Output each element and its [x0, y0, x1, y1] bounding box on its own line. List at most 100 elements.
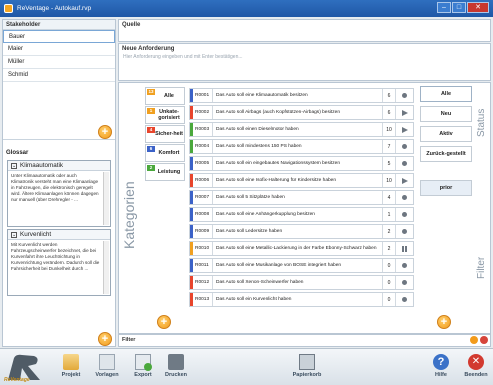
maximize-button[interactable]: □	[452, 2, 466, 13]
stakeholder-item[interactable]: Schmid	[3, 69, 115, 82]
dot-icon	[402, 297, 407, 302]
left-panel: Stakeholder Bauer Maier Müller Schmid + …	[2, 19, 116, 347]
requirement-row[interactable]: R0009 Das Auto soll Ledersitze haben 2	[189, 224, 414, 239]
vorlagen-button[interactable]: Vorlagen	[92, 354, 122, 378]
requirement-status-toggle[interactable]	[396, 225, 413, 238]
add-filter-button[interactable]: +	[437, 315, 451, 329]
glossary-text: Unter Klimaautomatik oder auch Klimatron…	[11, 173, 99, 202]
app-icon	[4, 4, 13, 13]
plus-icon: +	[160, 316, 168, 328]
papierkorb-button[interactable]: Papierkorb	[287, 354, 327, 378]
category-count-badge: 1	[147, 108, 155, 114]
requirement-priority: 6	[383, 89, 396, 102]
close-button[interactable]: ✕	[467, 2, 489, 13]
status-new-button[interactable]: Neu	[420, 106, 472, 122]
printer-icon	[168, 354, 184, 370]
requirement-status-toggle[interactable]	[396, 89, 413, 102]
requirement-row[interactable]: R0011 Das Auto soll eine Musikanlage von …	[189, 258, 414, 273]
requirement-status-toggle[interactable]	[396, 123, 413, 136]
categories-title: Kategorien	[121, 181, 137, 249]
beenden-button[interactable]: ✕ Beenden	[461, 354, 491, 378]
collapse-icon[interactable]: ⌄	[11, 162, 17, 169]
requirement-row[interactable]: R0010 Das Auto soll eine Metallic-Lackier…	[189, 241, 414, 256]
scrollbar[interactable]	[103, 241, 109, 294]
prior-filter-button[interactable]: prior	[420, 180, 472, 196]
requirement-status-toggle[interactable]	[396, 259, 413, 272]
requirement-text: Das Auto soll ein Kurvenlicht haben	[213, 293, 383, 306]
requirement-id: R0003	[193, 123, 213, 136]
requirement-id: R0005	[193, 157, 213, 170]
requirement-row[interactable]: R0007 Das Auto soll 5 Sitzplätze haben 4	[189, 190, 414, 205]
source-field[interactable]: Quelle	[118, 19, 491, 42]
requirement-id: R0001	[193, 89, 213, 102]
projekt-button[interactable]: Projekt	[58, 354, 84, 378]
requirement-priority: 6	[383, 106, 396, 119]
remove-icon[interactable]	[480, 336, 488, 344]
requirement-row[interactable]: R0004 Das Auto soll mindestens 150 PS hab…	[189, 139, 414, 154]
play-icon	[401, 177, 408, 184]
window-title: ReVentage - Autokauf.rvp	[17, 5, 92, 12]
requirement-priority: 10	[383, 123, 396, 136]
requirement-status-toggle[interactable]	[396, 174, 413, 187]
requirement-id: R0013	[193, 293, 213, 306]
requirement-priority: 2	[383, 242, 396, 255]
requirement-priority: 0	[383, 276, 396, 289]
requirement-text: Das Auto soll einen Dieselmotor haben	[213, 123, 383, 136]
requirement-status-toggle[interactable]	[396, 191, 413, 204]
category-label: Alle	[164, 93, 174, 99]
exit-icon: ✕	[468, 354, 484, 370]
stakeholder-item[interactable]: Maier	[3, 43, 115, 56]
requirement-text: Das Auto soll eine Anhängerkupplung besi…	[213, 208, 383, 221]
new-requirement-input[interactable]: Hier Anforderung eingeben und mit Enter …	[119, 54, 490, 60]
requirement-status-toggle[interactable]	[396, 106, 413, 119]
requirement-row[interactable]: R0002 Das Auto soll Airbags (auch Kopfstü…	[189, 105, 414, 120]
requirement-status-toggle[interactable]	[396, 140, 413, 153]
add-category-button[interactable]: +	[157, 315, 171, 329]
requirement-row[interactable]: R0001 Das Auto soll eine Klimaautomatik b…	[189, 88, 414, 103]
requirement-priority: 0	[383, 259, 396, 272]
category-button[interactable]: 1 Unkate-gorisiert	[145, 106, 185, 124]
requirement-priority: 5	[383, 157, 396, 170]
drucken-button[interactable]: Drucken	[162, 354, 190, 378]
category-button[interactable]: 13 Alle	[145, 87, 185, 105]
drucken-label: Drucken	[164, 372, 187, 378]
dot-icon	[402, 280, 407, 285]
requirement-row[interactable]: R0006 Das Auto soll eine Isofix-Halterung…	[189, 173, 414, 188]
status-all-button[interactable]: Alle	[420, 86, 472, 102]
category-button[interactable]: 2 Leistung	[145, 163, 185, 181]
collapse-icon[interactable]: ⌄	[11, 231, 17, 238]
category-button[interactable]: 4 Sicher-heit	[145, 125, 185, 143]
requirement-status-toggle[interactable]	[396, 208, 413, 221]
dot-icon	[402, 229, 407, 234]
minimize-button[interactable]: –	[437, 2, 451, 13]
status-active-button[interactable]: Aktiv	[420, 126, 472, 142]
dot-icon	[402, 161, 407, 166]
minus-icon[interactable]	[470, 336, 478, 344]
folder-icon	[63, 354, 79, 370]
filter-bar[interactable]: Filter	[118, 334, 491, 347]
add-glossary-button[interactable]: +	[98, 332, 112, 346]
requirement-status-toggle[interactable]	[396, 157, 413, 170]
dot-icon	[402, 263, 407, 268]
requirement-text: Das Auto soll ein eingebautes Navigation…	[213, 157, 383, 170]
export-button[interactable]: Export	[130, 354, 156, 378]
requirement-status-toggle[interactable]	[396, 276, 413, 289]
status-postponed-button[interactable]: Zurück-gestellt	[420, 146, 472, 162]
help-icon: ?	[433, 354, 449, 370]
requirement-status-toggle[interactable]	[396, 293, 413, 306]
requirement-row[interactable]: R0008 Das Auto soll eine Anhängerkupplung…	[189, 207, 414, 222]
stakeholder-item[interactable]: Bauer	[3, 30, 115, 43]
add-stakeholder-button[interactable]: +	[98, 125, 112, 139]
stakeholder-item[interactable]: Müller	[3, 56, 115, 69]
requirement-row[interactable]: R0012 Das Auto soll Xenon-Scheinwerfer ha…	[189, 275, 414, 290]
requirement-row[interactable]: R0013 Das Auto soll ein Kurvenlicht haben…	[189, 292, 414, 307]
requirement-row[interactable]: R0003 Das Auto soll einen Dieselmotor hab…	[189, 122, 414, 137]
requirement-row[interactable]: R0005 Das Auto soll ein eingebautes Navig…	[189, 156, 414, 171]
requirement-status-toggle[interactable]	[396, 242, 413, 255]
glossary-term: Klimaautomatik	[20, 162, 64, 169]
hilfe-button[interactable]: ? Hilfe	[430, 354, 452, 378]
requirement-priority: 7	[383, 140, 396, 153]
scrollbar[interactable]	[103, 172, 109, 225]
papierkorb-label: Papierkorb	[292, 372, 322, 378]
category-button[interactable]: 6 Komfort	[145, 144, 185, 162]
